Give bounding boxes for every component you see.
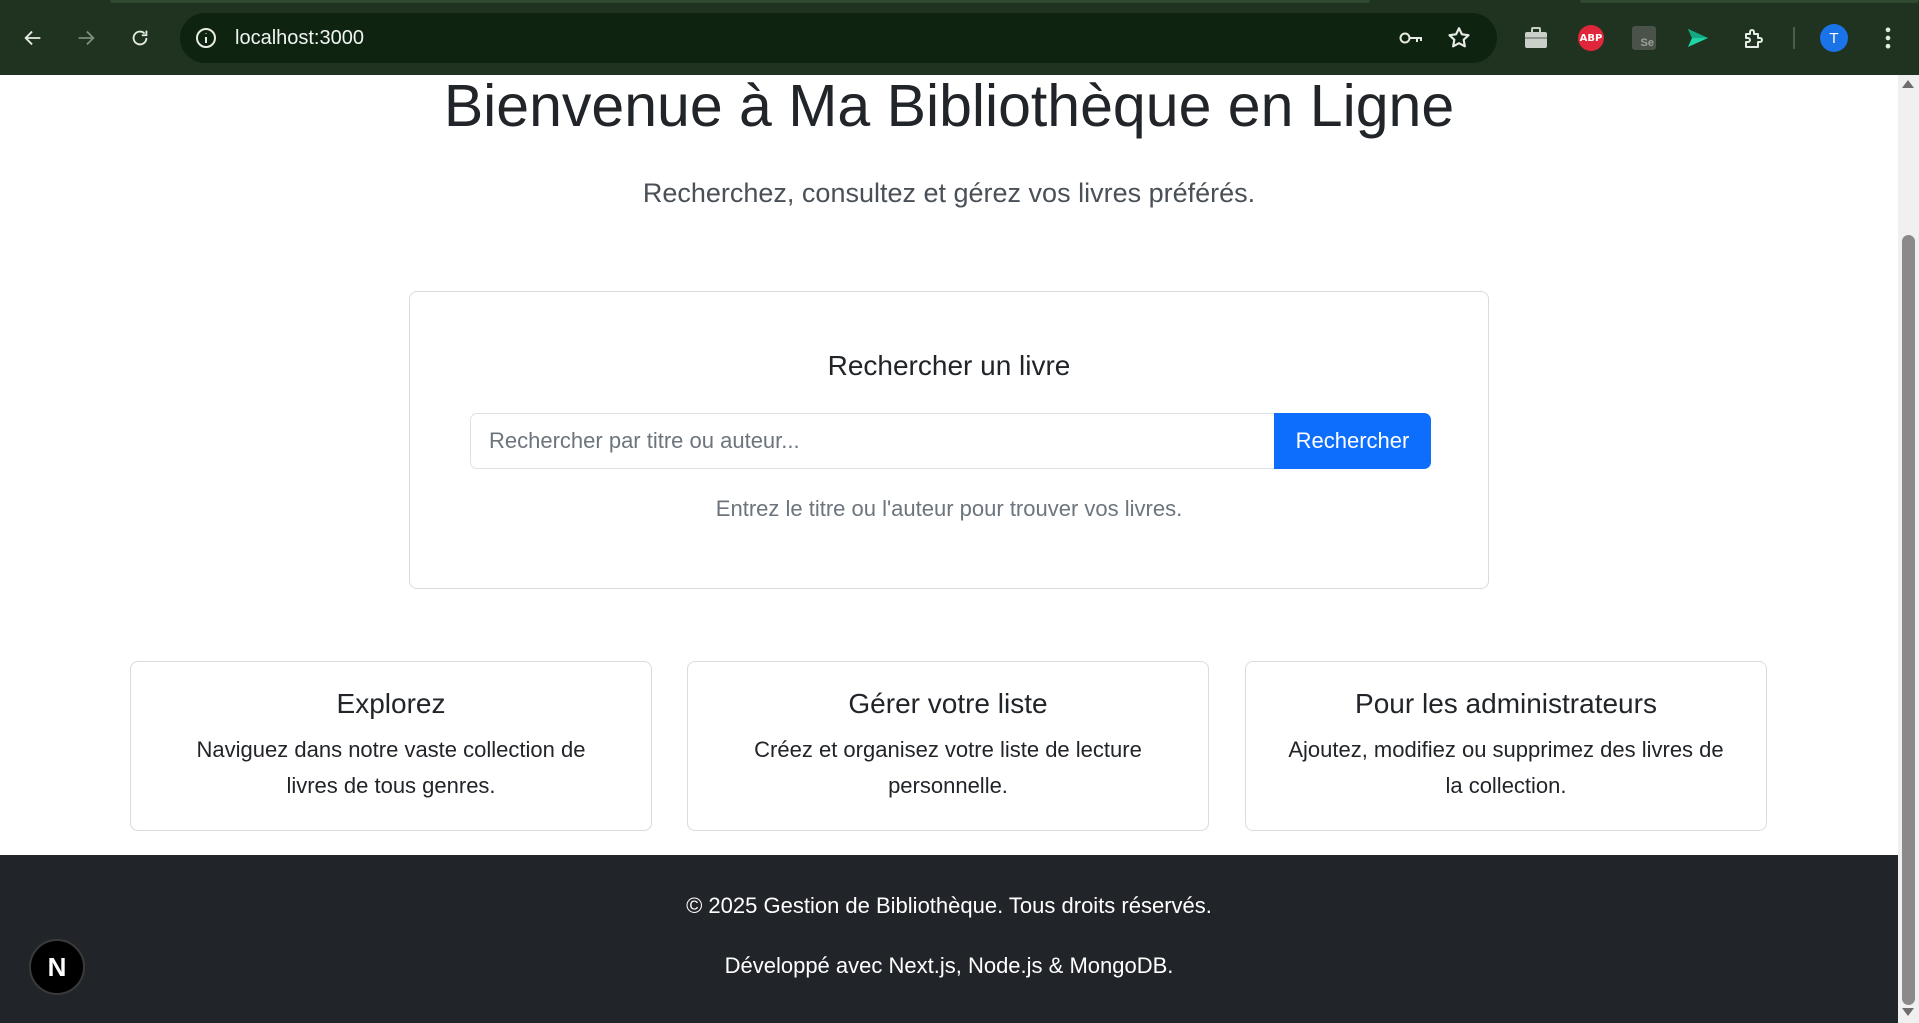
- toolbar-divider: [1793, 27, 1795, 49]
- reload-icon: [132, 30, 148, 46]
- more-vertical-icon[interactable]: [1874, 24, 1902, 52]
- search-card: Rechercher un livre Rechercher Entrez le…: [409, 291, 1489, 589]
- feature-title: Explorez: [336, 688, 446, 719]
- adblock-icon: ABP: [1578, 25, 1604, 51]
- profile-avatar[interactable]: T: [1820, 24, 1848, 52]
- search-card-title: Rechercher un livre: [827, 350, 1071, 381]
- feature-text: Créez et organisez votre liste de lectur…: [754, 737, 1142, 798]
- url-text[interactable]: localhost:3000: [235, 27, 364, 50]
- tab-strip-segment: [1580, 0, 1919, 3]
- key-icon[interactable]: [1398, 26, 1424, 50]
- extension-briefcase[interactable]: [1522, 24, 1550, 52]
- address-bar[interactable]: localhost:3000: [180, 13, 1497, 63]
- se-icon: Se: [1632, 26, 1656, 50]
- puzzle-icon: [1745, 29, 1763, 48]
- tab-strip-segment: [110, 0, 1370, 3]
- feature-title: Pour les administrateurs: [1355, 688, 1657, 719]
- footer: © 2025 Gestion de Bibliothèque. Tous dro…: [0, 855, 1898, 1023]
- page-scrollbar[interactable]: [1898, 75, 1919, 1023]
- feature-card-manage-list: Gérer votre liste Créez et organisez vot…: [687, 661, 1209, 831]
- extension-send[interactable]: [1684, 24, 1712, 52]
- arrow-right-icon: [78, 30, 95, 46]
- feature-title: Gérer votre liste: [848, 688, 1048, 719]
- back-button[interactable]: [15, 20, 51, 56]
- search-input[interactable]: [470, 413, 1274, 469]
- reload-button[interactable]: [122, 20, 158, 56]
- extension-se[interactable]: Se: [1630, 24, 1658, 52]
- bookmark-star-icon[interactable]: [1446, 25, 1472, 51]
- page-content: Bienvenue à Ma Bibliothèque en Ligne Rec…: [0, 75, 1898, 1023]
- scroll-down-arrow-icon[interactable]: [1902, 1008, 1914, 1016]
- page-title: Bienvenue à Ma Bibliothèque en Ligne: [443, 75, 1455, 139]
- search-button[interactable]: Rechercher: [1274, 413, 1431, 469]
- browser-toolbar: localhost:3000 ABP Se T: [0, 0, 1919, 75]
- feature-text: Ajoutez, modifiez ou supprimez des livre…: [1288, 737, 1724, 798]
- scroll-up-arrow-icon[interactable]: [1902, 80, 1914, 88]
- extensions-button[interactable]: [1740, 24, 1768, 52]
- footer-copyright: © 2025 Gestion de Bibliothèque. Tous dro…: [686, 893, 1212, 918]
- nextjs-dev-badge[interactable]: N: [29, 939, 85, 995]
- footer-built-with: Développé avec Next.js, Node.js & MongoD…: [724, 953, 1174, 978]
- feature-text: Naviguez dans notre vaste collection de …: [196, 737, 586, 798]
- extension-adblock[interactable]: ABP: [1577, 24, 1605, 52]
- search-hint: Entrez le titre ou l'auteur pour trouver…: [715, 496, 1183, 521]
- send-icon: [1688, 29, 1708, 47]
- tab-strip: [0, 0, 1919, 4]
- site-info-icon[interactable]: [194, 26, 218, 50]
- scrollbar-thumb[interactable]: [1902, 235, 1915, 1005]
- feature-card-explore: Explorez Naviguez dans notre vaste colle…: [130, 661, 652, 831]
- forward-button[interactable]: [68, 20, 104, 56]
- page-subtitle: Recherchez, consultez et gérez vos livre…: [642, 178, 1256, 208]
- arrow-left-icon: [24, 30, 41, 46]
- briefcase-icon: [1525, 27, 1547, 48]
- feature-card-admins: Pour les administrateurs Ajoutez, modifi…: [1245, 661, 1767, 831]
